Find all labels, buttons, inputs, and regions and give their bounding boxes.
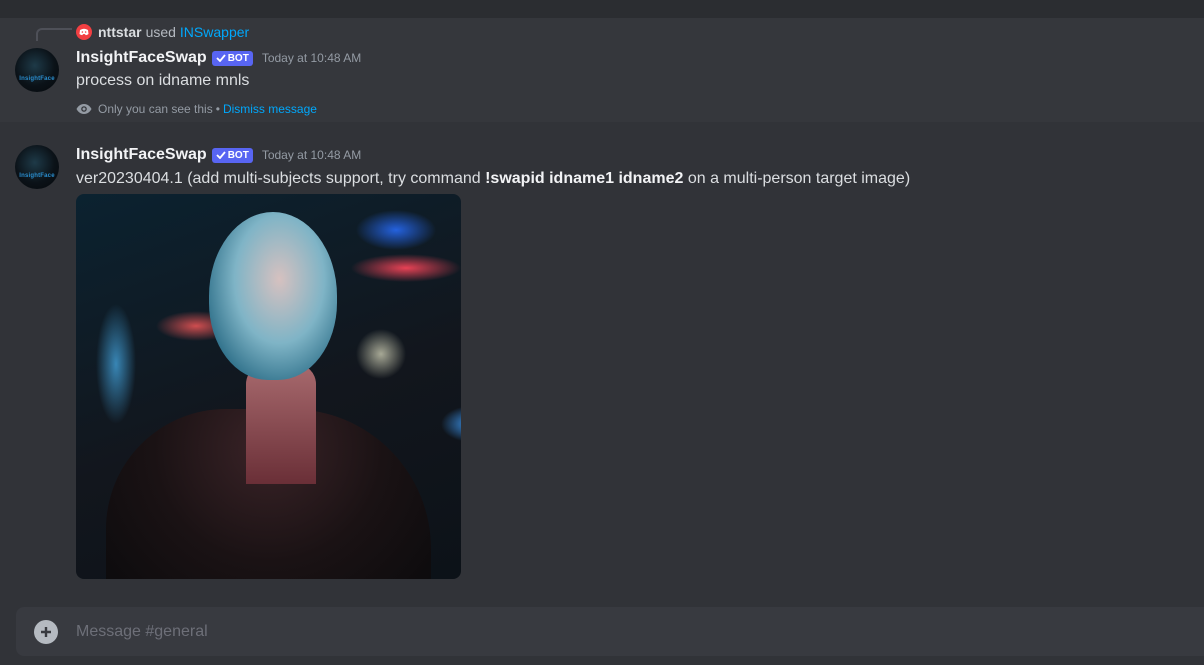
bot-tag-label: BOT <box>227 52 249 64</box>
avatar[interactable]: InsightFace <box>15 48 59 92</box>
author-username[interactable]: InsightFaceSwap <box>76 146 207 164</box>
message-content: ver20230404.1 (add multi-subjects suppor… <box>76 170 910 188</box>
eye-icon <box>76 104 92 114</box>
avatar-logo-text: InsightFace <box>19 76 55 82</box>
image-attachment[interactable] <box>76 194 461 579</box>
ephemeral-text: Only you can see this <box>98 102 213 116</box>
timestamp[interactable]: Today at 10:48 AM <box>262 51 361 65</box>
bot-tag-label: BOT <box>227 149 249 161</box>
plus-circle-icon[interactable] <box>34 620 58 644</box>
avatar-logo-text: InsightFace <box>19 173 55 179</box>
message-command-bold: !swapid idname1 idname2 <box>485 170 684 187</box>
dismiss-message-link[interactable]: Dismiss message <box>223 102 317 116</box>
author-username[interactable]: InsightFaceSwap <box>76 49 207 67</box>
reply-username[interactable]: nttstar <box>98 24 142 40</box>
discord-icon <box>76 24 92 40</box>
message-input[interactable] <box>76 607 1176 656</box>
command-reply-context[interactable]: nttstar used INSwapper <box>76 22 249 42</box>
reply-command-link[interactable]: INSwapper <box>180 24 249 40</box>
message-text-pre: ver20230404.1 (add multi-subjects suppor… <box>76 170 486 187</box>
bot-tag: BOT <box>211 147 253 163</box>
avatar[interactable]: InsightFace <box>15 145 59 189</box>
ephemeral-notice: Only you can see this • Dismiss message <box>76 100 317 118</box>
reply-used-label: used <box>145 24 176 40</box>
separator: • <box>215 102 220 116</box>
message-content: process on idname mnls <box>76 72 250 89</box>
bot-tag: BOT <box>211 50 253 66</box>
message-header: InsightFaceSwap BOT Today at 10:48 AM <box>76 47 361 69</box>
message-text-post: on a multi-person target image) <box>683 170 911 187</box>
checkmark-icon <box>216 54 226 62</box>
image-figure-head <box>209 212 337 380</box>
reply-connector <box>36 28 72 41</box>
message-composer <box>16 607 1204 656</box>
timestamp[interactable]: Today at 10:48 AM <box>262 148 361 162</box>
top-bar <box>0 0 1204 18</box>
message-header: InsightFaceSwap BOT Today at 10:48 AM <box>76 144 361 166</box>
image-figure-neck <box>246 364 316 484</box>
checkmark-icon <box>216 151 226 159</box>
